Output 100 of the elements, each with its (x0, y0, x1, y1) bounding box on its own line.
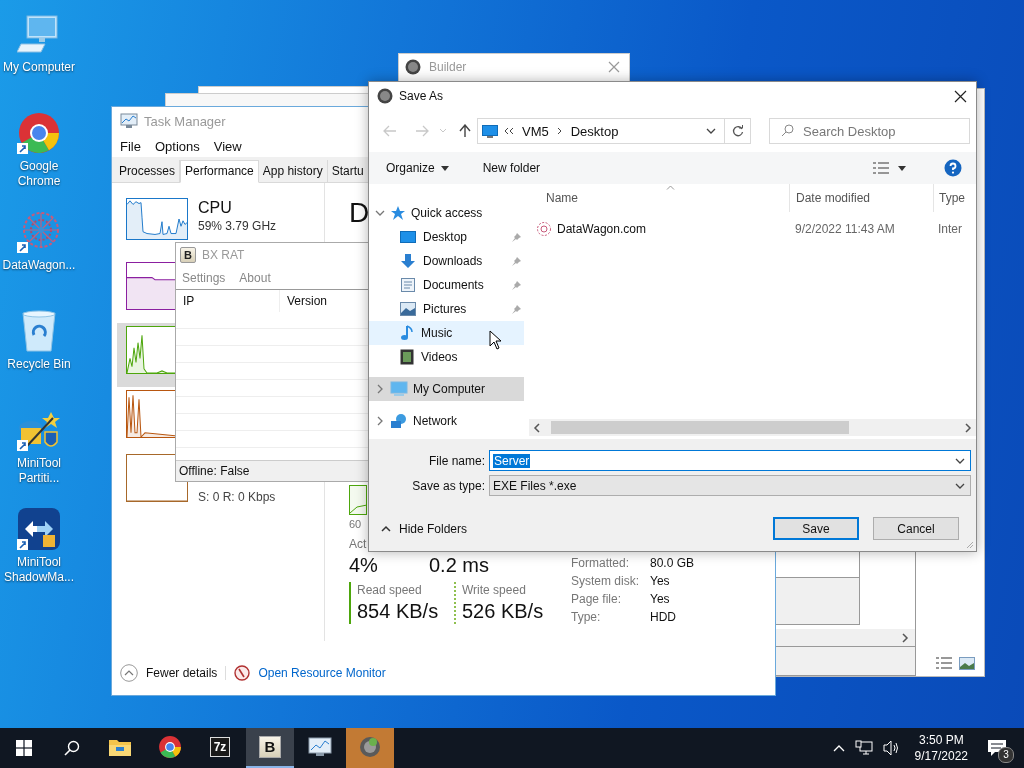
dialog-title: Save As (399, 89, 444, 103)
search-icon (64, 740, 80, 756)
browser-icon (158, 735, 182, 759)
disk-heading: D (349, 197, 370, 229)
folder-tree-item[interactable]: Downloads (369, 249, 524, 273)
address-bar[interactable]: VM5 Desktop (477, 118, 725, 144)
property-value: HDD (650, 610, 677, 626)
menu-item[interactable]: About (239, 271, 271, 285)
chart-monitor-icon (120, 113, 138, 129)
chevron-left-icon[interactable] (533, 422, 541, 433)
resource-detail: 59% 3.79 GHz (198, 218, 277, 234)
property-value: Yes (650, 574, 671, 590)
organize-button[interactable]: Organize (380, 157, 455, 179)
window-title: Builder (429, 60, 467, 74)
file-name-field[interactable]: Server (489, 450, 971, 471)
taskbar-app[interactable]: B (246, 728, 294, 768)
taskbar-app[interactable]: 7z (196, 728, 244, 768)
column-header[interactable]: Name (534, 191, 789, 205)
search-field[interactable]: Search Desktop (769, 118, 970, 144)
flower-pattern-icon[interactable] (17, 210, 61, 254)
file-type-dropdown[interactable]: EXE Files *.exe (489, 475, 971, 496)
chevron-down-icon[interactable] (706, 128, 716, 134)
stat-label: Write speed (462, 582, 527, 598)
folder-tree-item[interactable]: Desktop (369, 225, 524, 249)
menu-item[interactable]: Options (147, 138, 207, 154)
folder-tree-item[interactable]: Quick access (369, 201, 524, 225)
breadcrumb[interactable]: Desktop (568, 123, 621, 139)
folder-tree-item[interactable]: Pictures (369, 297, 524, 321)
icon-label: DataWagon... (1, 258, 77, 273)
property-label: Type: (571, 610, 602, 626)
monitor-icon[interactable] (17, 12, 61, 56)
folder-label: Videos (421, 350, 458, 364)
mouse-pointer-icon (489, 330, 503, 350)
folder-label: Documents (423, 278, 484, 292)
stat-value: 526 KB/s (462, 599, 544, 624)
app-icon (405, 59, 421, 75)
collapse-icon[interactable] (120, 664, 138, 682)
app-icon (377, 88, 393, 104)
gauge-icon[interactable] (234, 665, 251, 681)
notification-count: 3 (998, 747, 1014, 763)
icon-label: My Computer (2, 60, 76, 75)
cancel-button[interactable]: Cancel (873, 517, 959, 540)
folder-tree-item[interactable]: Network (369, 409, 524, 433)
chevron-right-icon[interactable] (375, 384, 385, 394)
column-header[interactable]: Date modified (789, 184, 933, 212)
fewer-details-link[interactable]: Fewer details (146, 666, 227, 680)
column-header[interactable]: Version (280, 294, 328, 308)
folder-tree-item[interactable]: My Computer (369, 377, 524, 401)
caret-down-icon[interactable] (898, 165, 906, 171)
chevron-down-icon[interactable] (955, 457, 965, 464)
refresh-icon (731, 125, 744, 137)
save-button[interactable]: Save (773, 517, 859, 540)
network-icon[interactable] (854, 740, 873, 756)
arrows-icon[interactable] (17, 507, 61, 551)
folder-tree-item[interactable]: Music (369, 321, 524, 345)
scrollbar[interactable] (776, 629, 915, 647)
double-chevron-icon[interactable] (504, 127, 514, 135)
tab[interactable]: Performance (180, 160, 259, 183)
refresh-button[interactable] (725, 118, 751, 144)
picture-icon (400, 302, 416, 316)
scrollbar[interactable] (529, 419, 976, 436)
chevron-right-icon[interactable] (901, 632, 909, 643)
breadcrumb[interactable]: VM5 (520, 123, 551, 139)
menu-item[interactable]: File (113, 138, 148, 154)
resize-grip-icon[interactable] (966, 541, 974, 549)
chevron-right-icon (556, 127, 563, 135)
folder-tree-item[interactable]: Documents (369, 273, 524, 297)
details-view-icon[interactable] (935, 656, 953, 670)
resource-item[interactable] (117, 323, 175, 387)
field-label: Save as type: (411, 478, 486, 493)
resource-monitor-link[interactable]: Open Resource Monitor (258, 666, 386, 680)
desktop-folder-icon (400, 230, 416, 244)
resource-detail: S: 0 R: 0 Kbps (198, 489, 276, 505)
image-view-icon[interactable] (959, 657, 975, 670)
folder-label: Downloads (423, 254, 483, 268)
download-arrow-icon (400, 253, 416, 269)
folder-tree-item[interactable]: Videos (369, 345, 524, 369)
clock[interactable]: 3:50 PM 9/17/2022 (914, 732, 968, 764)
chevron-down-icon[interactable] (955, 482, 965, 489)
stat-label: Read speed (357, 582, 423, 598)
music-note-icon (400, 325, 414, 341)
monitor-icon (482, 124, 498, 138)
browser-icon[interactable] (17, 111, 61, 155)
chevron-right-icon[interactable] (375, 416, 385, 426)
speaker-icon[interactable] (882, 740, 901, 756)
chevron-down-icon[interactable] (375, 208, 385, 218)
column-header[interactable]: Type (933, 184, 965, 212)
file-row[interactable]: DataWagon.com 9/2/2022 11:43 AM Inter (534, 218, 976, 240)
chevron-up-icon[interactable] (832, 744, 845, 752)
view-options-icon[interactable] (872, 162, 890, 174)
hide-folders-button[interactable]: Hide Folders (381, 521, 468, 536)
close-icon[interactable] (954, 89, 967, 103)
menu-item[interactable]: Settings (182, 271, 226, 285)
disk-graph (349, 485, 367, 515)
chevron-right-icon[interactable] (964, 422, 972, 433)
new-folder-button[interactable]: New folder (476, 157, 547, 179)
menu-item[interactable]: View (206, 138, 249, 154)
help-icon[interactable] (944, 159, 962, 177)
up-arrow-icon[interactable] (459, 124, 471, 138)
file-type: Inter (937, 222, 962, 236)
